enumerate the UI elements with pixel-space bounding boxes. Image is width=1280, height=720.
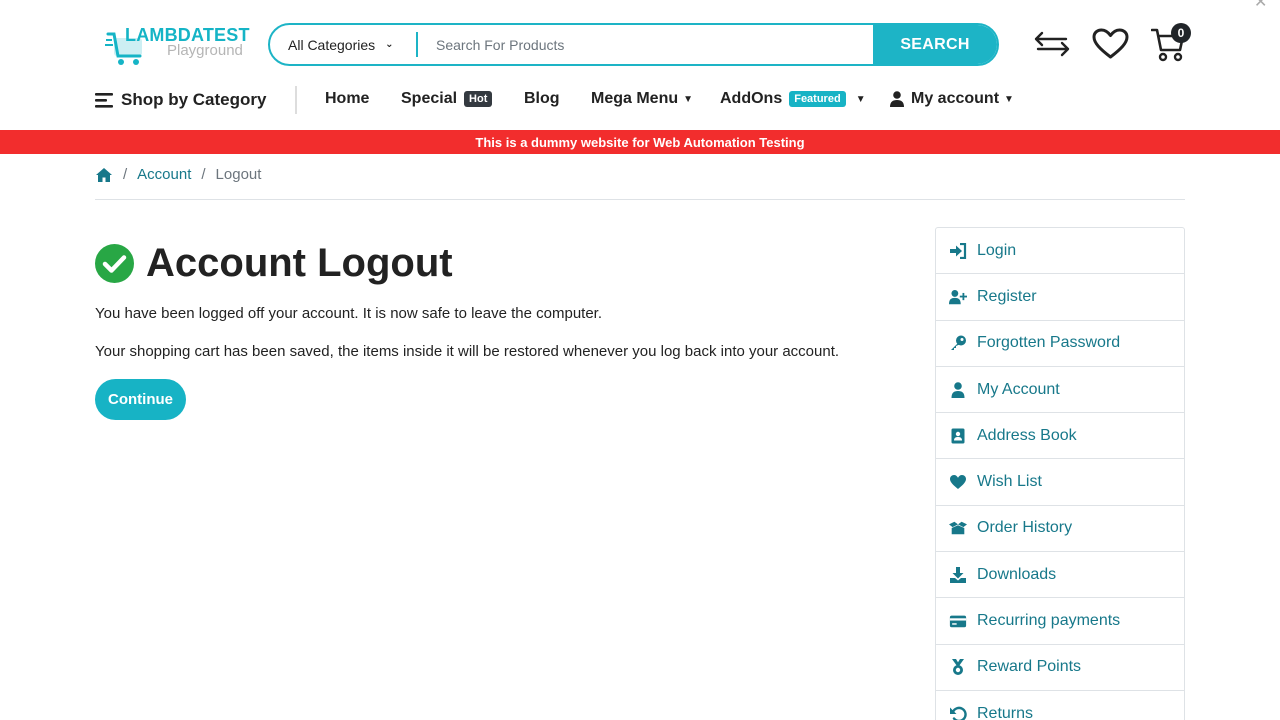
breadcrumb-divider bbox=[95, 199, 1185, 200]
compare-icon[interactable] bbox=[1034, 30, 1070, 58]
nav-item-label: Home bbox=[325, 90, 370, 107]
wishlist-heart-icon[interactable] bbox=[1092, 28, 1129, 60]
featured-badge: Featured bbox=[789, 91, 846, 107]
sidebar-item-address-book[interactable]: Address Book bbox=[936, 413, 1184, 460]
user-icon bbox=[890, 91, 904, 107]
breadcrumb-separator: / bbox=[201, 166, 206, 183]
nav-item-label: Special bbox=[401, 90, 458, 107]
promo-banner: This is a dummy website for Web Automati… bbox=[0, 130, 1280, 154]
sidebar-item-returns[interactable]: Returns bbox=[936, 691, 1184, 720]
nav-item-home[interactable]: Home bbox=[325, 90, 369, 108]
continue-button[interactable]: Continue bbox=[95, 379, 186, 420]
nav-item-mega-menu[interactable]: Mega Menu ▼ bbox=[591, 90, 693, 108]
nav-item-my-account[interactable]: My account ▼ bbox=[890, 90, 1014, 108]
logout-message: You have been logged off your account. I… bbox=[95, 305, 603, 322]
sidebar-item-recurring-payments[interactable]: Recurring payments bbox=[936, 598, 1184, 645]
breadcrumb-account-link[interactable]: Account bbox=[137, 166, 191, 183]
close-icon[interactable]: ✕ bbox=[1254, 0, 1267, 12]
cart-count-badge: 0 bbox=[1171, 23, 1191, 43]
nav-item-special[interactable]: Special Hot bbox=[401, 90, 493, 108]
sidebar-item-order-history[interactable]: Order History bbox=[936, 506, 1184, 553]
cart-saved-message: Your shopping cart has been saved, the i… bbox=[95, 343, 840, 360]
chevron-down-icon: ⌄ bbox=[385, 39, 394, 50]
sidebar-item-label: Recurring payments bbox=[977, 612, 1121, 630]
sidebar-item-forgotten-password[interactable]: Forgotten Password bbox=[936, 321, 1184, 367]
key-icon bbox=[951, 335, 966, 351]
nav-item-label: AddOns bbox=[720, 90, 783, 107]
hot-badge: Hot bbox=[464, 91, 493, 107]
sidebar-item-label: Wish List bbox=[977, 473, 1042, 491]
breadcrumb-current: Logout bbox=[215, 166, 262, 183]
sidebar-item-label: Order History bbox=[977, 519, 1073, 537]
nav-item-addons[interactable]: AddOns Featured ▼ bbox=[720, 90, 866, 108]
account-sidebar: Login Register Forgotten Password My Acc… bbox=[935, 227, 1185, 720]
page-title: Account Logout bbox=[95, 241, 453, 286]
box-open-icon bbox=[949, 522, 967, 535]
sidebar-item-reward-points[interactable]: Reward Points bbox=[936, 645, 1184, 691]
user-icon bbox=[951, 381, 965, 398]
sidebar-item-label: Downloads bbox=[977, 565, 1057, 583]
page-title-text: Account Logout bbox=[146, 241, 453, 285]
heart-icon bbox=[950, 475, 966, 490]
nav-item-blog[interactable]: Blog bbox=[524, 90, 560, 108]
shop-by-category-button[interactable]: Shop by Category bbox=[95, 90, 266, 110]
search-button[interactable]: SEARCH bbox=[873, 25, 997, 64]
sidebar-item-label: Login bbox=[977, 241, 1017, 259]
check-circle-icon bbox=[95, 244, 134, 283]
user-plus-icon bbox=[949, 289, 967, 305]
undo-icon bbox=[950, 706, 967, 720]
search-bar: All Categories ⌄ SEARCH bbox=[268, 23, 999, 66]
breadcrumb-separator: / bbox=[123, 166, 128, 183]
sidebar-item-login[interactable]: Login bbox=[936, 228, 1184, 275]
shop-by-category-label: Shop by Category bbox=[121, 90, 267, 109]
logo-subtitle: Playground bbox=[167, 42, 243, 59]
caret-down-icon: ▼ bbox=[1004, 93, 1014, 105]
search-input[interactable] bbox=[418, 25, 873, 64]
sidebar-item-label: Returns bbox=[977, 705, 1034, 720]
medal-icon bbox=[952, 659, 964, 676]
home-icon[interactable] bbox=[95, 167, 113, 183]
credit-card-icon bbox=[949, 615, 967, 628]
sidebar-item-label: Reward Points bbox=[977, 658, 1082, 676]
main-nav: Shop by Category Home Special Hot Blog M… bbox=[0, 84, 1280, 116]
sidebar-item-register[interactable]: Register bbox=[936, 274, 1184, 321]
category-select-value: All Categories bbox=[288, 36, 376, 53]
nav-item-label: Mega Menu bbox=[591, 90, 679, 107]
sidebar-item-label: Address Book bbox=[977, 426, 1077, 444]
nav-item-label: My account bbox=[911, 90, 1000, 107]
caret-down-icon: ▼ bbox=[855, 93, 866, 105]
menu-icon bbox=[95, 93, 113, 108]
sidebar-item-my-account[interactable]: My Account bbox=[936, 367, 1184, 414]
caret-down-icon: ▼ bbox=[683, 93, 694, 105]
sidebar-item-label: Forgotten Password bbox=[977, 334, 1121, 352]
sidebar-item-downloads[interactable]: Downloads bbox=[936, 552, 1184, 599]
breadcrumb: / Account / Logout bbox=[95, 166, 261, 183]
nav-item-label: Blog bbox=[524, 90, 560, 107]
category-select[interactable]: All Categories ⌄ bbox=[270, 25, 418, 64]
sign-in-icon bbox=[950, 242, 967, 259]
nav-divider bbox=[295, 86, 297, 114]
download-icon bbox=[950, 566, 966, 583]
site-logo[interactable]: LAMBDATEST Playground bbox=[104, 22, 249, 70]
sidebar-item-label: My Account bbox=[977, 380, 1060, 398]
address-book-icon bbox=[951, 428, 965, 444]
sidebar-item-wish-list[interactable]: Wish List bbox=[936, 459, 1184, 506]
sidebar-item-label: Register bbox=[977, 287, 1037, 305]
